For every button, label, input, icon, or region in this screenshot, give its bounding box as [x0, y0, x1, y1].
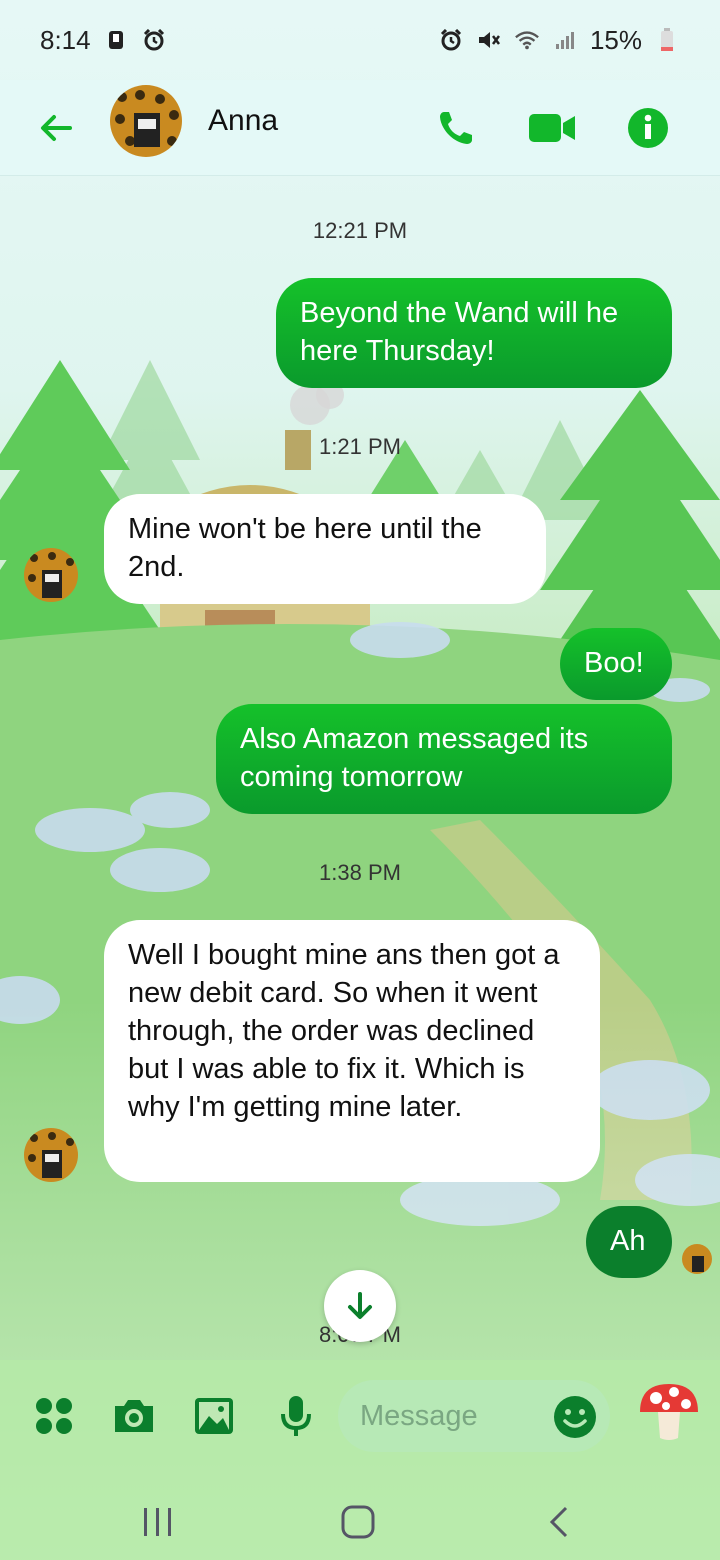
incoming-message[interactable]: Well I bought mine ans then got a new de… [104, 920, 600, 1182]
contact-name[interactable]: Anna [208, 104, 278, 138]
status-bar: 8:14 15% [0, 0, 720, 80]
mushroom-sticker-button[interactable] [636, 1378, 702, 1444]
camera-button[interactable] [104, 1386, 164, 1446]
outgoing-message[interactable]: Beyond the Wand will he here Thursday! [276, 278, 672, 388]
mushroom-icon [640, 1384, 698, 1440]
back-button[interactable] [30, 102, 82, 154]
info-button[interactable] [618, 98, 678, 158]
incoming-message[interactable]: Mine won't be here until the 2nd. [104, 494, 546, 604]
mic-icon [281, 1396, 311, 1436]
arrow-down-icon [348, 1292, 372, 1319]
contact-avatar[interactable] [110, 85, 182, 157]
home-button[interactable] [328, 1492, 388, 1552]
gallery-icon [195, 1398, 233, 1434]
alarm-icon [438, 27, 464, 53]
read-receipt-avatar [682, 1244, 712, 1274]
home-icon [341, 1505, 375, 1539]
contact-avatar-small[interactable] [24, 1128, 78, 1182]
emoji-button[interactable] [552, 1394, 598, 1440]
message-composer [0, 1376, 720, 1456]
status-time: 8:14 [40, 24, 91, 55]
outgoing-message[interactable]: Ah [586, 1206, 672, 1278]
outgoing-message[interactable]: Also Amazon messaged its coming tomorrow [216, 704, 672, 814]
voice-input-button[interactable] [266, 1386, 326, 1446]
phone-icon [440, 112, 472, 144]
conversation-header: Anna [0, 80, 720, 176]
message-timestamp: 1:38 PM [319, 860, 401, 885]
apps-icon [36, 1398, 72, 1434]
info-icon [628, 108, 668, 148]
voice-call-button[interactable] [426, 98, 486, 158]
notification-icon [103, 27, 129, 53]
emoji-icon [554, 1396, 596, 1438]
message-timestamp: 1:21 PM [319, 434, 401, 459]
scroll-to-bottom-button[interactable] [324, 1270, 396, 1342]
apps-button[interactable] [24, 1386, 84, 1446]
back-arrow-icon [41, 115, 72, 141]
alarm-icon [141, 27, 167, 53]
message-timestamp: 12:21 PM [312, 218, 408, 243]
chevron-left-icon [549, 1506, 568, 1538]
signal-icon [552, 27, 578, 53]
gallery-button[interactable] [184, 1386, 244, 1446]
wifi-icon [514, 27, 540, 53]
system-nav-bar [0, 1478, 720, 1560]
camera-icon [115, 1400, 153, 1432]
recents-button[interactable] [128, 1492, 188, 1552]
battery-icon [654, 27, 680, 53]
mute-icon [476, 27, 502, 53]
recents-icon [144, 1508, 171, 1536]
video-call-button[interactable] [522, 98, 582, 158]
battery-percent: 15% [589, 24, 642, 55]
video-icon [529, 114, 575, 142]
back-nav-button[interactable] [530, 1492, 590, 1552]
contact-avatar-small[interactable] [24, 548, 78, 602]
outgoing-message[interactable]: Boo! [560, 628, 672, 700]
